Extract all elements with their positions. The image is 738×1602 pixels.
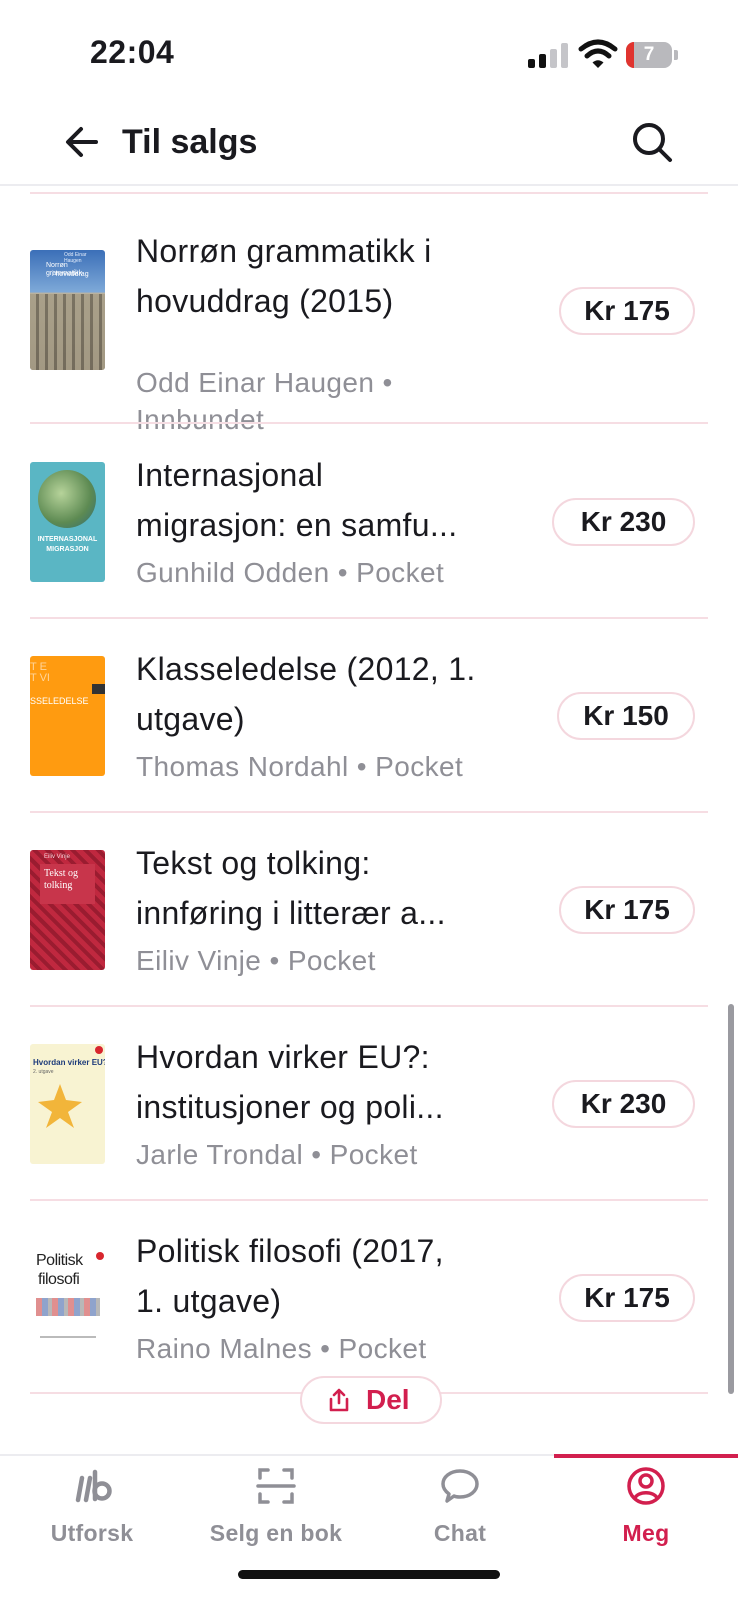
price-badge: Kr 230: [552, 498, 695, 546]
price-badge: Kr 175: [559, 886, 695, 934]
wifi-icon: [578, 39, 618, 68]
book-cover: Norrøn grammatikk i hovuddrag Odd Einar …: [30, 250, 105, 370]
share-icon: [329, 1388, 349, 1412]
list-divider: [30, 1005, 708, 1007]
logo-ib-icon: [75, 1469, 112, 1503]
tab-meg[interactable]: Meg: [554, 1456, 738, 1566]
listing-meta: Thomas Nordahl • Pocket: [136, 751, 464, 782]
price-badge: Kr 230: [552, 1080, 695, 1128]
cover-text: SSELEDELSE: [30, 696, 89, 706]
arrow-left-icon[interactable]: [60, 120, 104, 164]
tab-chat[interactable]: Chat: [368, 1456, 552, 1566]
cover-author: Odd Einar Haugen: [64, 252, 87, 264]
tab-label: Meg: [622, 1520, 670, 1546]
bottom-navigation: Utforsk Selg en bok Chat Meg: [0, 1454, 738, 1602]
star-graphic-icon: [38, 1084, 82, 1128]
book-cover: Hvordan virker EU? 2. utgave: [30, 1044, 105, 1164]
profile-icon: [627, 1467, 665, 1505]
home-indicator[interactable]: [238, 1570, 500, 1579]
book-cover: Politisk filosofi: [30, 1240, 105, 1360]
book-cover: Eiliv Vinje Tekst og tolking: [30, 850, 105, 970]
price-badge: Kr 175: [559, 1274, 695, 1322]
listing-title: Klasseledelse (2012, 1. utgave): [136, 651, 476, 737]
battery-nub: [674, 50, 678, 60]
listing-meta: Odd Einar Haugen • Innbundet: [136, 367, 393, 435]
listing-meta: Jarle Trondal • Pocket: [136, 1139, 418, 1170]
tab-selg-en-bok[interactable]: Selg en bok: [184, 1456, 368, 1566]
scan-frame-icon: [256, 1468, 296, 1504]
share-label: Del: [366, 1384, 410, 1415]
listing-title: Internasjonal migrasjon: en samfu...: [136, 457, 458, 543]
cover-text: Politisk: [36, 1252, 83, 1269]
cover-text: tolking: [44, 880, 73, 891]
book-cover: INTERNASJONAL MIGRASJON: [30, 462, 105, 582]
list-divider: [30, 422, 708, 424]
listing-title: Tekst og tolking: innføring i litterær a…: [136, 845, 446, 931]
listing-item[interactable]: Norrøn grammatikk i hovuddrag Odd Einar …: [0, 226, 738, 435]
price-badge: Kr 150: [557, 692, 695, 740]
list-divider: [30, 617, 708, 619]
page-title: Til salgs: [122, 123, 258, 161]
tab-label: Selg en bok: [209, 1520, 343, 1546]
listing-list: Norrøn grammatikk i hovuddrag Odd Einar …: [0, 186, 738, 1454]
battery-level: 7: [643, 44, 655, 65]
cover-text: 2. utgave: [33, 1069, 54, 1075]
listing-title: Hvordan virker EU?: institusjoner og pol…: [136, 1039, 444, 1125]
share-button[interactable]: Del: [300, 1376, 442, 1424]
listing-meta: Gunhild Odden • Pocket: [136, 557, 445, 588]
battery-icon: 7: [626, 42, 672, 68]
listing-meta: Raino Malnes • Pocket: [136, 1333, 427, 1364]
scrollbar[interactable]: [728, 1004, 734, 1394]
listing-meta: Eiliv Vinje • Pocket: [136, 945, 376, 976]
cover-text: Hvordan virker EU?: [33, 1058, 105, 1067]
status-time: 22:04: [90, 34, 175, 70]
app-header: Til salgs: [0, 100, 738, 186]
cover-text: MIGRASJON: [46, 546, 89, 553]
list-divider: [30, 192, 708, 194]
tab-label: Chat: [433, 1520, 487, 1546]
cover-text: i hovuddrag: [52, 271, 89, 278]
chat-bubble-icon: [441, 1469, 479, 1503]
cover-text: filosofi: [38, 1271, 80, 1288]
cellular-signal-icon: [528, 42, 568, 68]
list-divider: [30, 811, 708, 813]
cover-author: Eiliv Vinje: [44, 854, 70, 860]
search-icon[interactable]: [628, 118, 676, 166]
cover-text: Tekst og: [44, 868, 79, 879]
tab-label: Utforsk: [50, 1520, 134, 1546]
book-cover: T ET VI SSELEDELSE: [30, 656, 105, 776]
listing-title: Norrøn grammatikk i hovuddrag (2015): [136, 233, 432, 319]
price-badge: Kr 175: [559, 287, 695, 335]
tab-utforsk[interactable]: Utforsk: [0, 1456, 184, 1566]
status-bar: 22:04 7: [0, 0, 738, 100]
listing-title: Politisk filosofi (2017, 1. utgave): [136, 1233, 444, 1319]
list-divider: [30, 1199, 708, 1201]
cover-text: INTERNASJONAL: [37, 536, 98, 543]
